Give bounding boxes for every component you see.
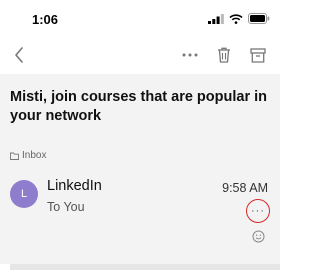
message-time: 9:58 AM: [222, 181, 268, 195]
folder-icon: [10, 152, 19, 160]
archive-button[interactable]: [244, 42, 272, 68]
recipient-label[interactable]: To You: [47, 200, 85, 214]
more-dots-icon: ···: [251, 204, 265, 217]
message-more-button[interactable]: ···: [246, 199, 270, 223]
email-subject: Misti, join courses that are popular in …: [10, 89, 268, 124]
archive-icon: [250, 47, 266, 63]
sender-name: LinkedIn: [47, 178, 102, 194]
message-item[interactable]: L LinkedIn To You 9:58 AM ···: [0, 166, 280, 264]
avatar[interactable]: L: [10, 180, 38, 208]
status-time: 1:06: [32, 12, 59, 27]
smiley-icon: [252, 230, 264, 242]
add-reaction-button[interactable]: [250, 228, 266, 244]
status-bar: 1:06: [0, 0, 280, 36]
signal-icon: [208, 13, 224, 24]
toolbar: [0, 36, 280, 74]
trash-icon: [218, 47, 230, 63]
folder-label[interactable]: Inbox: [10, 150, 46, 161]
delete-button[interactable]: [210, 42, 238, 68]
status-icons: [208, 13, 270, 24]
battery-icon: [248, 13, 270, 24]
content-divider: [10, 264, 280, 270]
folder-name: Inbox: [22, 150, 47, 161]
wifi-icon: [229, 13, 243, 24]
more-options-button[interactable]: [176, 42, 204, 68]
chevron-left-icon: [15, 47, 23, 63]
more-horizontal-icon: [182, 53, 198, 57]
back-button[interactable]: [6, 42, 32, 68]
